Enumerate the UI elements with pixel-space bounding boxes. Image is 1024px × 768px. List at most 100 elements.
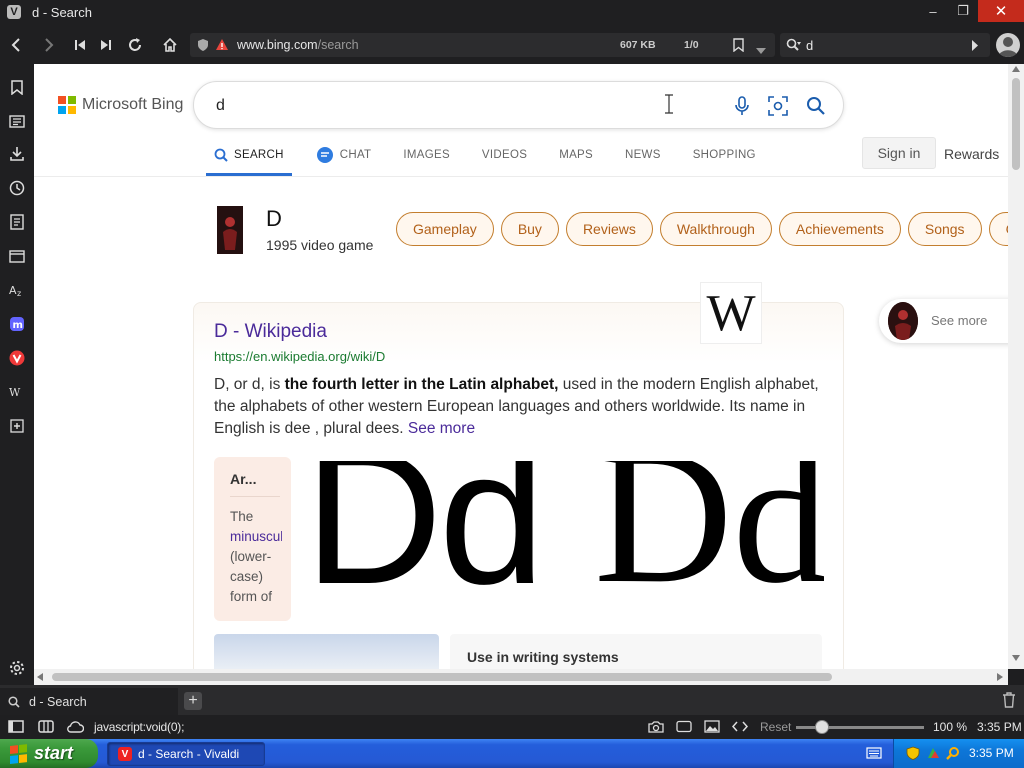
page-size: 607 KB xyxy=(620,39,656,51)
page-tiling-icon[interactable] xyxy=(676,720,692,734)
search-icon xyxy=(8,695,20,708)
entity-title[interactable]: D xyxy=(266,206,282,232)
rewards-link[interactable]: Rewards xyxy=(944,146,999,162)
chip-songs[interactable]: Songs xyxy=(907,212,982,246)
tab-label: SEARCH xyxy=(234,149,284,161)
trash-icon[interactable] xyxy=(1002,692,1018,708)
vertical-scrollbar[interactable] xyxy=(1008,64,1024,669)
keyboard-icon[interactable] xyxy=(866,747,882,759)
horizontal-scrollbar[interactable] xyxy=(34,669,1008,685)
topic-chips: Gameplay Buy Reviews Walkthrough Achieve… xyxy=(396,212,1024,246)
tab-tiling-icon[interactable] xyxy=(38,720,54,734)
svg-text:z: z xyxy=(17,289,21,297)
minimize-button[interactable]: – xyxy=(918,0,948,22)
bing-search-box[interactable]: d xyxy=(193,81,844,129)
warning-icon[interactable] xyxy=(215,38,229,54)
chip-walkthrough[interactable]: Walkthrough xyxy=(659,212,772,246)
search-go-icon[interactable] xyxy=(971,39,979,54)
bing-logo[interactable]: Microsoft Bing xyxy=(58,96,183,114)
panel-toggle-icon[interactable] xyxy=(8,720,24,734)
tab-news[interactable]: NEWS xyxy=(617,134,669,176)
related-image[interactable] xyxy=(214,634,439,669)
result-title-link[interactable]: D - Wikipedia xyxy=(214,321,327,343)
result-url[interactable]: https://en.wikipedia.org/wiki/D xyxy=(214,349,385,364)
downloads-icon[interactable] xyxy=(8,145,26,163)
fast-forward-icon[interactable] xyxy=(95,34,117,56)
scroll-down-icon[interactable] xyxy=(1012,655,1020,661)
article-link[interactable]: minuscule xyxy=(230,527,282,547)
search-input[interactable]: d xyxy=(216,97,225,115)
shield-icon[interactable] xyxy=(197,38,209,55)
cloud-sync-icon[interactable] xyxy=(66,720,85,734)
history-icon[interactable] xyxy=(8,179,26,197)
letter-d-image[interactable]: Dd Dd xyxy=(302,461,824,609)
web-search-field[interactable]: d xyxy=(780,33,990,57)
rewind-icon[interactable] xyxy=(69,34,91,56)
vivaldi-icon[interactable] xyxy=(8,349,26,367)
reading-list-icon[interactable] xyxy=(8,112,26,130)
page-actions-icon[interactable] xyxy=(731,720,749,734)
sign-in-button[interactable]: Sign in xyxy=(862,137,936,169)
tab-chat[interactable]: CHAT xyxy=(308,134,380,176)
chevron-down-icon[interactable] xyxy=(756,42,766,57)
notes-icon[interactable] xyxy=(8,213,26,231)
search-icon xyxy=(214,148,228,162)
wikipedia-logo[interactable]: W xyxy=(700,282,762,344)
window-panel-icon[interactable] xyxy=(8,247,26,265)
article-card[interactable]: Ar... The minuscule (lower- case) form o… xyxy=(214,457,291,621)
close-button[interactable]: ✕ xyxy=(978,0,1024,22)
writing-systems-box[interactable]: Use in writing systems xyxy=(450,634,822,669)
see-more-link[interactable]: See more xyxy=(408,420,475,437)
back-icon[interactable] xyxy=(5,34,27,56)
reload-icon[interactable] xyxy=(124,34,146,56)
scroll-up-icon[interactable] xyxy=(1012,66,1020,72)
add-panel-icon[interactable] xyxy=(8,417,26,435)
mastodon-icon[interactable]: m xyxy=(8,315,26,333)
see-more-panel[interactable]: See more xyxy=(879,299,1024,343)
zoom-slider-handle[interactable] xyxy=(814,720,829,734)
chip-buy[interactable]: Buy xyxy=(500,212,559,246)
images-toggle-icon[interactable] xyxy=(704,720,720,734)
network-icon[interactable] xyxy=(926,746,940,760)
scroll-right-icon[interactable] xyxy=(997,673,1003,681)
search-tray-icon[interactable] xyxy=(946,746,960,760)
tab-images[interactable]: IMAGES xyxy=(395,134,458,176)
vivaldi-logo-icon[interactable]: V xyxy=(7,5,21,19)
microphone-icon[interactable] xyxy=(730,94,754,118)
zoom-reset-button[interactable]: Reset xyxy=(760,720,791,734)
game-cover-image[interactable] xyxy=(217,206,243,254)
scroll-left-icon[interactable] xyxy=(37,673,43,681)
tab-search[interactable]: SEARCH xyxy=(206,134,292,176)
bookmarks-panel-icon[interactable] xyxy=(8,78,26,96)
camera-icon[interactable] xyxy=(648,720,664,734)
new-tab-button[interactable]: + xyxy=(184,692,202,710)
tab-shopping[interactable]: SHOPPING xyxy=(685,134,764,176)
tab-maps[interactable]: MAPS xyxy=(551,134,601,176)
maximize-button[interactable]: ❐ xyxy=(948,0,978,22)
security-shield-icon[interactable] xyxy=(906,746,920,760)
chip-achievements[interactable]: Achievements xyxy=(778,212,901,246)
forward-icon[interactable] xyxy=(38,34,60,56)
translate-icon[interactable]: Az xyxy=(8,281,26,299)
home-icon[interactable] xyxy=(159,34,181,56)
chip-gameplay[interactable]: Gameplay xyxy=(396,212,494,246)
sans-serif-glyph: Dd xyxy=(304,461,545,609)
wikipedia-icon[interactable]: W xyxy=(8,383,26,401)
search-engine-icon[interactable] xyxy=(786,38,802,55)
taskbar-item-vivaldi[interactable]: V d - Search - Vivaldi xyxy=(107,742,265,766)
settings-gear-icon[interactable] xyxy=(8,659,26,677)
status-link-text: javascript:void(0); xyxy=(94,720,185,734)
tab-videos[interactable]: VIDEOS xyxy=(474,134,535,176)
horizontal-scroll-thumb[interactable] xyxy=(52,673,832,681)
tracker-count[interactable]: 1/0 xyxy=(684,39,699,51)
chip-reviews[interactable]: Reviews xyxy=(565,212,653,246)
active-tab[interactable]: d - Search xyxy=(0,688,178,715)
vertical-scroll-thumb[interactable] xyxy=(1012,78,1020,170)
bookmark-icon[interactable] xyxy=(733,38,744,55)
search-icon[interactable] xyxy=(804,94,828,118)
address-field[interactable]: www.bing.com/search 607 KB 1/0 xyxy=(190,33,775,57)
divider xyxy=(230,496,280,497)
visual-search-icon[interactable] xyxy=(766,94,790,118)
start-button[interactable]: start xyxy=(0,739,98,768)
profile-avatar[interactable] xyxy=(996,33,1020,57)
